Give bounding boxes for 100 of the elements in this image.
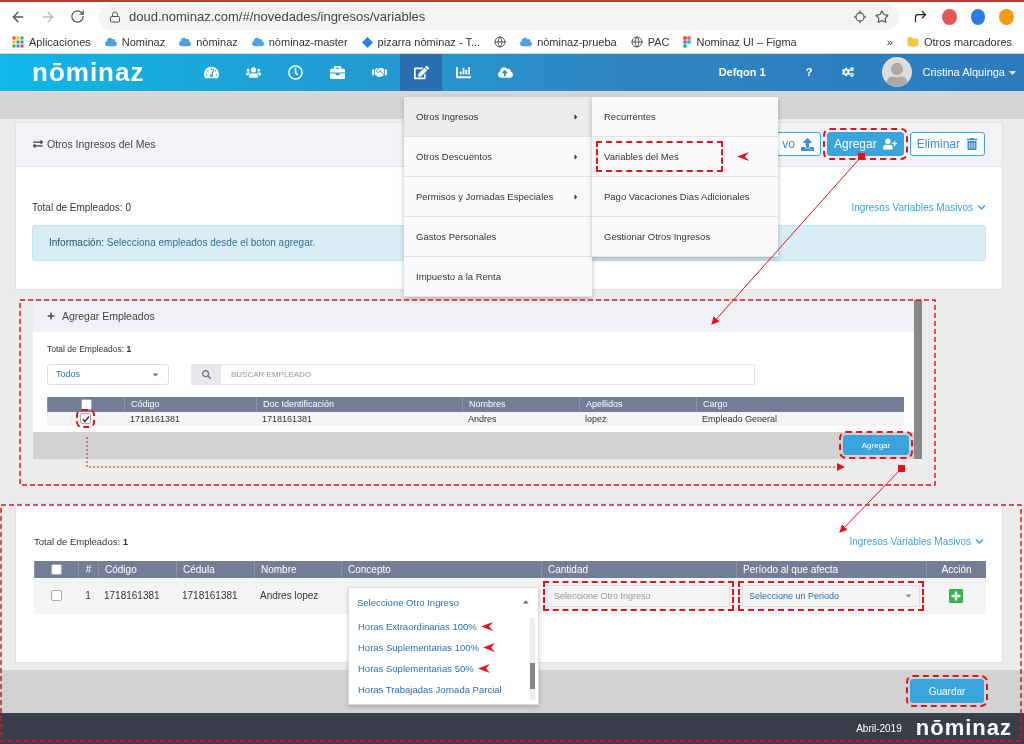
submenu-caret-icon — [572, 112, 580, 121]
footer-date: Abril-2019 — [856, 722, 902, 734]
search-icon — [201, 369, 211, 379]
column-header: Cédula — [176, 560, 254, 578]
employee-total: Total de Empleados: 1 — [34, 535, 129, 547]
cloud-icon — [520, 36, 533, 49]
submenu-caret-icon — [572, 192, 580, 201]
trash-icon — [966, 138, 978, 151]
bookmark[interactable]: nòminaz — [179, 36, 238, 49]
column-header: # — [78, 560, 98, 578]
column-header: Código — [124, 396, 256, 412]
column-header: Concepto — [341, 560, 541, 578]
caret-icon — [520, 597, 530, 607]
upload-icon — [800, 137, 814, 151]
profile-icon[interactable] — [970, 8, 986, 25]
exchange-icon — [33, 139, 43, 150]
column-header: Cargo — [696, 396, 904, 412]
menu-item[interactable]: Otros Ingresos — [404, 97, 592, 137]
cloud-icon — [251, 36, 264, 49]
pointer-icon — [477, 664, 490, 673]
apps-icon — [12, 36, 24, 49]
column-header: Período al que afecta — [736, 560, 926, 578]
menu-item[interactable]: Permisos y Jornadas Especiales — [404, 177, 592, 217]
column-header: Apellidos — [579, 396, 696, 412]
submenu-caret-icon — [572, 152, 580, 161]
help-link[interactable]: ? — [805, 66, 813, 79]
avatar[interactable] — [882, 57, 913, 88]
card-title: Otros Ingresos del Mes — [33, 138, 156, 151]
menu-item[interactable]: Otros Descuentos — [404, 137, 592, 177]
bookmark-folder[interactable]: Otros marcadores — [906, 36, 1012, 49]
share-icon[interactable] — [913, 9, 928, 25]
globe-icon — [494, 36, 507, 49]
submenu-item[interactable]: Variables del Mes — [592, 137, 778, 177]
table-cell: Andres lopez — [254, 577, 341, 614]
settings-icon[interactable] — [842, 66, 855, 79]
company-name[interactable]: Defqon 1 — [718, 66, 766, 79]
edit-icon[interactable] — [400, 53, 442, 91]
employee-total: Total de Empleados: 1 — [47, 343, 133, 354]
location-icon[interactable] — [853, 9, 867, 24]
dropdown-option[interactable]: Horas Suplementarias 50% — [349, 658, 538, 679]
chevron-down-icon — [977, 202, 986, 212]
address-bar[interactable]: doud.nominaz.com/#/novedades/ingresos/variables — [99, 3, 899, 30]
folder-icon — [906, 36, 919, 49]
column-header: Acción — [926, 560, 986, 578]
star-icon[interactable] — [875, 9, 889, 24]
figma-icon — [683, 36, 692, 49]
select-all-checkbox[interactable] — [80, 398, 92, 410]
bookmark[interactable]: Nominaz — [104, 36, 166, 49]
pointer-icon — [482, 643, 495, 652]
plus-icon — [47, 311, 55, 320]
pointer-icon — [736, 152, 749, 161]
menu-item[interactable]: Gastos Personales — [404, 217, 592, 257]
concept-dropdown[interactable]: Seleccione Otro Ingreso Horas Extraordinarias 100% Horas Suplementarias 100% Horas Suplementarias 50% Horas Trabajadas Jornada Parcial — [348, 587, 539, 705]
submenu-item[interactable]: Recurrentes — [592, 97, 778, 137]
footer-logo: nōminaz — [915, 715, 1012, 742]
row-checkbox[interactable] — [50, 590, 62, 602]
table-cell: 1718161381 — [176, 577, 254, 614]
bookmark[interactable]: Nominaz UI – Figma — [683, 36, 797, 49]
add-icon[interactable] — [948, 587, 964, 604]
column-header: Doc Identificación — [256, 396, 462, 412]
submenu-item[interactable]: Gestionar Otros Ingresos — [592, 217, 778, 257]
dropdown-option[interactable]: Horas Trabajadas Jornada Parcial — [349, 679, 538, 700]
column-header: Cantidad — [541, 560, 736, 578]
bookmark[interactable]: nòminaz-master — [251, 36, 348, 49]
cloud-icon — [179, 36, 192, 49]
table-cell: 1718161381 — [98, 577, 176, 614]
dropdown-option[interactable]: Horas Extraordinarias 100% — [349, 616, 538, 637]
scrollbar[interactable] — [530, 618, 535, 700]
more-bookmarks[interactable]: » — [886, 36, 893, 49]
select-all-checkbox[interactable] — [51, 563, 62, 575]
panel-title: Agregar Empleados — [47, 309, 155, 322]
search-button[interactable] — [191, 363, 221, 385]
bookmark[interactable] — [494, 36, 507, 49]
column-header: Código — [98, 560, 176, 578]
lock-icon — [109, 10, 121, 23]
delete-button[interactable]: Eliminar — [909, 132, 985, 157]
pointer-icon — [480, 622, 493, 631]
bookmark[interactable]: Aplicaciones — [12, 36, 91, 49]
dropdown-option[interactable]: Horas Suplementarias 100% — [349, 637, 538, 658]
filter-dropdown[interactable]: Todos — [47, 363, 169, 385]
diamond-icon — [361, 36, 373, 48]
extension-icon[interactable] — [999, 8, 1014, 25]
search-field[interactable]: BUSCAR EMPLEADO — [221, 363, 755, 385]
employee-total: Total de Empleados: 0 — [32, 201, 131, 213]
column-header: Nombre — [254, 560, 341, 578]
logo: nōminaz — [32, 56, 145, 88]
bookmark[interactable]: nòminaz-prueba — [520, 36, 617, 49]
add-user-icon — [882, 137, 897, 152]
user-menu[interactable]: Cristina Alquinga — [922, 66, 1024, 79]
extension-icon[interactable] — [942, 8, 957, 25]
column-header: Nombres — [462, 396, 579, 412]
cloud-icon — [104, 36, 117, 49]
submenu-item[interactable]: Pago Vacaciones Dias Adicionales — [592, 177, 778, 217]
upload-button[interactable]: vo — [775, 132, 821, 157]
url-text: doud.nominaz.com/#/novedades/ingresos/variables — [129, 9, 427, 25]
table-cell: 1 — [78, 577, 98, 614]
bookmark[interactable]: pizarra nòminaz - T... — [361, 36, 481, 49]
bookmark[interactable]: PAC — [630, 36, 670, 49]
menu-item[interactable]: Impuesto a la Renta — [404, 257, 592, 297]
reload-icon[interactable] — [70, 9, 85, 25]
